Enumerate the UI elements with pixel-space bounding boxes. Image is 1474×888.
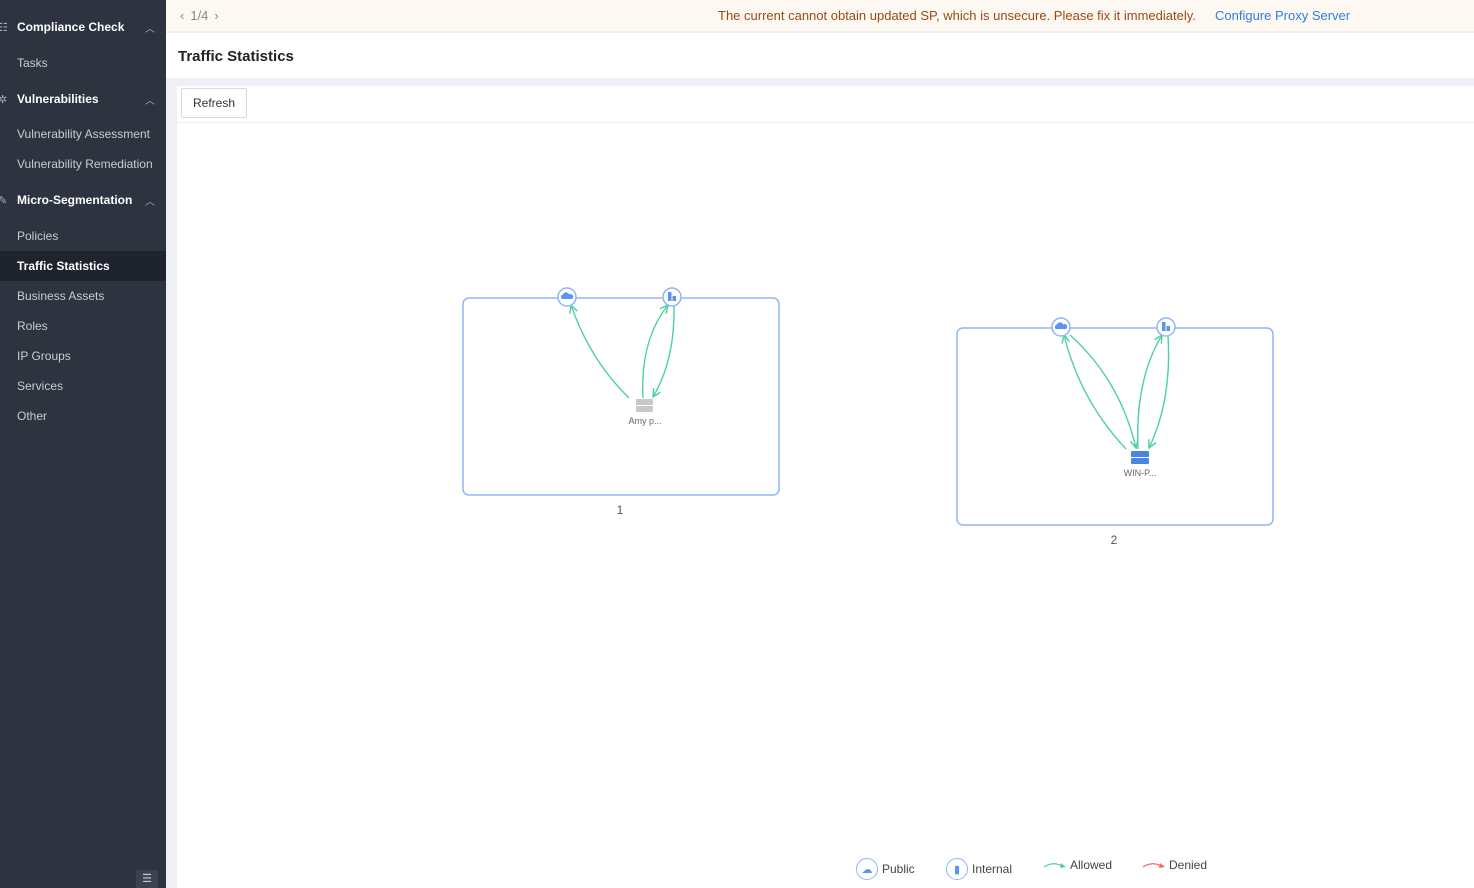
content-panel: Refresh bbox=[177, 86, 1474, 888]
chevron-up-icon: ︿ bbox=[145, 196, 155, 208]
building-icon: ▮ bbox=[946, 858, 968, 880]
page-header: Traffic Statistics bbox=[166, 33, 1474, 78]
chevron-up-icon: ︿ bbox=[145, 23, 155, 35]
sidebar-item-other[interactable]: Other bbox=[0, 401, 166, 431]
sidebar-item-ip-groups[interactable]: IP Groups bbox=[0, 341, 166, 371]
toolbar: Refresh bbox=[177, 86, 1474, 123]
denied-arrow-icon bbox=[1142, 863, 1165, 868]
sidebar-item-vulnerability-assessment[interactable]: Vulnerability Assessment bbox=[0, 119, 166, 149]
legend-public: ☁ Public bbox=[856, 858, 915, 880]
sidebar-item-vulnerability-remediation[interactable]: Vulnerability Remediation bbox=[0, 149, 166, 179]
banner-pager: ‹ 1/4 › bbox=[180, 8, 219, 23]
chevron-up-icon: ︿ bbox=[145, 95, 155, 107]
sidebar-item-traffic-statistics[interactable]: Traffic Statistics bbox=[0, 251, 166, 281]
refresh-button[interactable]: Refresh bbox=[181, 88, 247, 118]
sidebar-group-vulnerabilities[interactable]: ✲ Vulnerabilities ︿ bbox=[0, 84, 166, 114]
sidebar: ☷ Compliance Check ︿ Tasks ✲ Vulnerabilitie… bbox=[0, 0, 166, 888]
configure-proxy-link[interactable]: Configure Proxy Server bbox=[1215, 8, 1350, 23]
legend-internal: ▮ Internal bbox=[946, 858, 1012, 880]
prev-icon[interactable]: ‹ bbox=[180, 8, 184, 23]
sidebar-item-business-assets[interactable]: Business Assets bbox=[0, 281, 166, 311]
segment-icon: ✎ bbox=[0, 194, 8, 207]
sidebar-item-policies[interactable]: Policies bbox=[0, 221, 166, 251]
warning-message: The current cannot obtain updated SP, wh… bbox=[718, 8, 1196, 23]
sidebar-item-services[interactable]: Services bbox=[0, 371, 166, 401]
legend-allowed: Allowed bbox=[1043, 858, 1112, 872]
notification-banner: ‹ 1/4 › The current cannot obtain updated … bbox=[166, 0, 1474, 32]
allowed-arrow-icon bbox=[1043, 863, 1066, 868]
cloud-icon: ☁ bbox=[856, 858, 878, 880]
list-icon: ☷ bbox=[0, 21, 8, 34]
sidebar-item-roles[interactable]: Roles bbox=[0, 311, 166, 341]
collapse-sidebar-button[interactable]: ☰ bbox=[136, 870, 158, 888]
sidebar-group-micro-segmentation[interactable]: ✎ Micro-Segmentation ︿ bbox=[0, 185, 166, 215]
menu-fold-icon: ☰ bbox=[142, 873, 152, 885]
legend-denied: Denied bbox=[1142, 858, 1207, 872]
page-title: Traffic Statistics bbox=[178, 48, 294, 65]
sidebar-item-tasks[interactable]: Tasks bbox=[0, 48, 166, 78]
next-icon[interactable]: › bbox=[214, 8, 218, 23]
bug-icon: ✲ bbox=[0, 93, 8, 106]
sidebar-group-compliance-check[interactable]: ☷ Compliance Check ︿ bbox=[0, 12, 166, 42]
